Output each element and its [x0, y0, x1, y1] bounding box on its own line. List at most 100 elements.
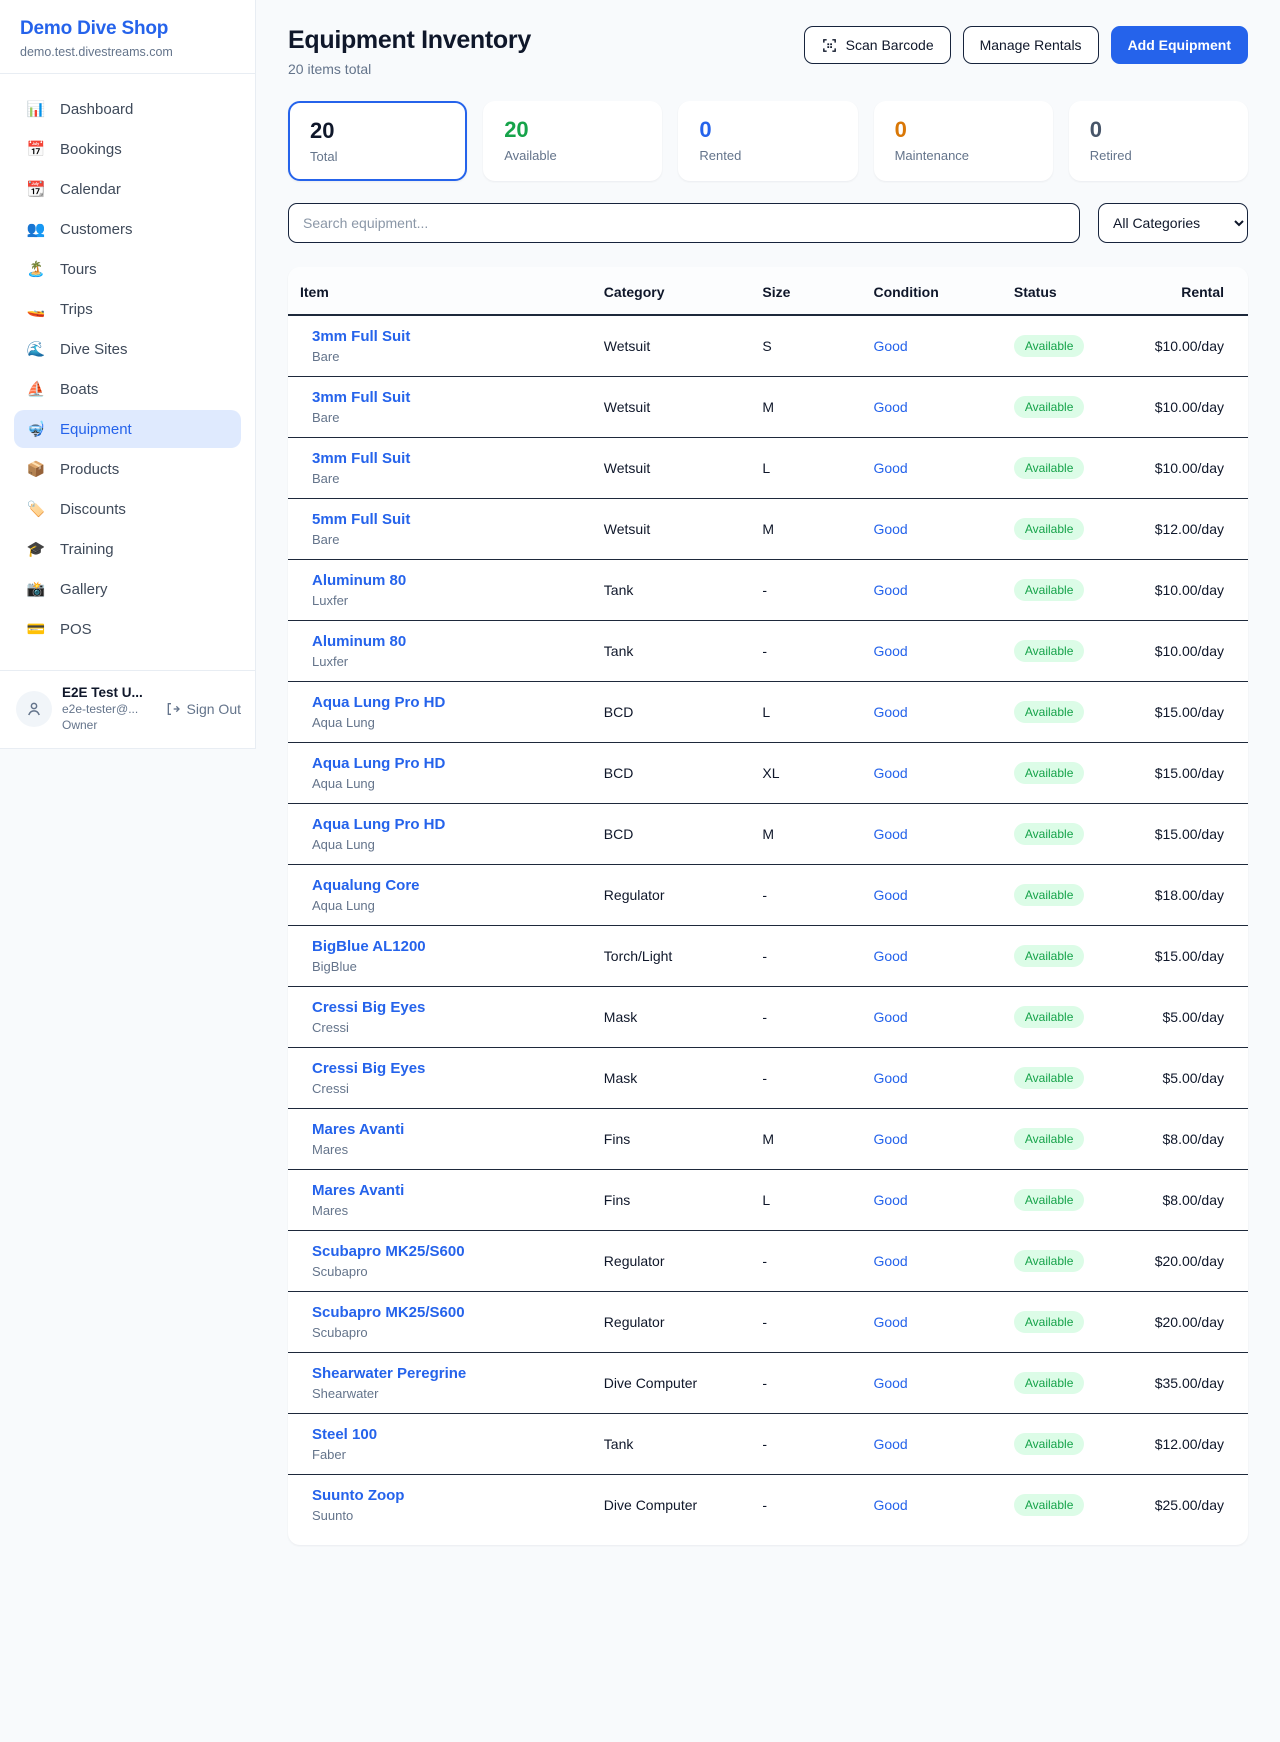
item-name-link[interactable]: Steel 100 [312, 1426, 377, 1443]
item-condition-link[interactable]: Good [873, 704, 907, 720]
item-name-link[interactable]: Aluminum 80 [312, 572, 406, 589]
header-actions: Scan Barcode Manage Rentals Add Equipmen… [804, 26, 1248, 64]
item-condition-link[interactable]: Good [873, 399, 907, 415]
item-condition-link[interactable]: Good [873, 1253, 907, 1269]
sidebar-item-gallery[interactable]: 📸 Gallery [14, 570, 241, 608]
page-title: Equipment Inventory [288, 26, 531, 55]
item-name-link[interactable]: BigBlue AL1200 [312, 938, 426, 955]
status-badge: Available [1014, 1128, 1084, 1150]
item-rental-price: $35.00/day [1143, 1353, 1248, 1414]
sidebar-item-tours[interactable]: 🏝️ Tours [14, 250, 241, 288]
people-icon: 👥 [26, 220, 46, 238]
item-name-link[interactable]: 5mm Full Suit [312, 511, 410, 528]
status-cell: Available [1002, 1414, 1143, 1475]
item-name-link[interactable]: 3mm Full Suit [312, 328, 410, 345]
item-name-link[interactable]: Aqua Lung Pro HD [312, 694, 445, 711]
item-condition-link[interactable]: Good [873, 1192, 907, 1208]
status-badge: Available [1014, 518, 1084, 540]
item-size: XL [750, 743, 861, 804]
item-name-link[interactable]: Mares Avanti [312, 1121, 404, 1138]
page-header: Equipment Inventory 20 items total Scan … [288, 26, 1248, 77]
wave-icon: 🌊 [26, 340, 46, 358]
item-rental-price: $12.00/day [1143, 499, 1248, 560]
sidebar-item-trips[interactable]: 🚤 Trips [14, 290, 241, 328]
stat-label: Retired [1090, 148, 1227, 163]
status-cell: Available [1002, 1170, 1143, 1231]
item-name-link[interactable]: Mares Avanti [312, 1182, 404, 1199]
item-condition-link[interactable]: Good [873, 1070, 907, 1086]
item-condition-link[interactable]: Good [873, 948, 907, 964]
item-rental-price: $8.00/day [1143, 1109, 1248, 1170]
bar-chart-icon: 📊 [26, 100, 46, 118]
sidebar-item-products[interactable]: 📦 Products [14, 450, 241, 488]
item-condition-link[interactable]: Good [873, 582, 907, 598]
sidebar-item-dive-sites[interactable]: 🌊 Dive Sites [14, 330, 241, 368]
search-input[interactable] [288, 203, 1080, 243]
item-name-link[interactable]: Aqua Lung Pro HD [312, 816, 445, 833]
item-condition-link[interactable]: Good [873, 521, 907, 537]
scan-barcode-button[interactable]: Scan Barcode [804, 26, 951, 64]
item-condition-link[interactable]: Good [873, 1436, 907, 1452]
item-size: M [750, 499, 861, 560]
item-cell: Aluminum 80 Luxfer [288, 621, 592, 682]
sidebar-item-equipment[interactable]: 🤿 Equipment [14, 410, 241, 448]
stat-card-retired[interactable]: 0 Retired [1069, 101, 1248, 181]
column-header-condition: Condition [861, 267, 1001, 315]
status-cell: Available [1002, 1353, 1143, 1414]
sidebar-item-training[interactable]: 🎓 Training [14, 530, 241, 568]
item-condition-link[interactable]: Good [873, 887, 907, 903]
stat-card-available[interactable]: 20 Available [483, 101, 662, 181]
stat-card-total[interactable]: 20 Total [288, 101, 467, 181]
sidebar-item-bookings[interactable]: 📅 Bookings [14, 130, 241, 168]
item-condition-link[interactable]: Good [873, 765, 907, 781]
item-name-link[interactable]: Aqualung Core [312, 877, 420, 894]
item-name-link[interactable]: Aqua Lung Pro HD [312, 755, 445, 772]
item-cell: 5mm Full Suit Bare [288, 499, 592, 560]
item-name-link[interactable]: 3mm Full Suit [312, 389, 410, 406]
stat-value: 20 [310, 118, 445, 144]
sidebar-item-boats[interactable]: ⛵ Boats [14, 370, 241, 408]
status-cell: Available [1002, 438, 1143, 499]
item-condition-link[interactable]: Good [873, 826, 907, 842]
stat-card-maintenance[interactable]: 0 Maintenance [874, 101, 1053, 181]
item-condition-link[interactable]: Good [873, 338, 907, 354]
item-condition-link[interactable]: Good [873, 460, 907, 476]
item-category: Wetsuit [592, 438, 751, 499]
status-badge: Available [1014, 823, 1084, 845]
item-name-link[interactable]: Cressi Big Eyes [312, 999, 425, 1016]
item-cell: Steel 100 Faber [288, 1414, 592, 1475]
item-name-link[interactable]: Shearwater Peregrine [312, 1365, 466, 1382]
status-cell: Available [1002, 1475, 1143, 1536]
item-name-link[interactable]: Scubapro MK25/S600 [312, 1243, 465, 1260]
sidebar-item-customers[interactable]: 👥 Customers [14, 210, 241, 248]
sidebar-item-dashboard[interactable]: 📊 Dashboard [14, 90, 241, 128]
item-name-link[interactable]: Aluminum 80 [312, 633, 406, 650]
item-condition-link[interactable]: Good [873, 1314, 907, 1330]
item-name-link[interactable]: 3mm Full Suit [312, 450, 410, 467]
item-name-link[interactable]: Scubapro MK25/S600 [312, 1304, 465, 1321]
item-name-link[interactable]: Suunto Zoop [312, 1487, 404, 1504]
manage-rentals-button[interactable]: Manage Rentals [963, 26, 1099, 64]
sidebar-item-calendar[interactable]: 📆 Calendar [14, 170, 241, 208]
sign-out-button[interactable]: Sign Out [165, 701, 241, 717]
item-rental-price: $20.00/day [1143, 1292, 1248, 1353]
stat-card-rented[interactable]: 0 Rented [678, 101, 857, 181]
item-condition-link[interactable]: Good [873, 1375, 907, 1391]
add-equipment-button[interactable]: Add Equipment [1111, 26, 1248, 64]
item-rental-price: $20.00/day [1143, 1231, 1248, 1292]
item-condition-link[interactable]: Good [873, 1009, 907, 1025]
sidebar-item-label: Training [60, 541, 114, 558]
item-size: - [750, 926, 861, 987]
sidebar-item-discounts[interactable]: 🏷️ Discounts [14, 490, 241, 528]
category-select[interactable]: All Categories [1098, 203, 1248, 243]
item-condition-link[interactable]: Good [873, 643, 907, 659]
sidebar-item-pos[interactable]: 💳 POS [14, 610, 241, 648]
item-condition-link[interactable]: Good [873, 1497, 907, 1513]
item-size: L [750, 682, 861, 743]
item-name-link[interactable]: Cressi Big Eyes [312, 1060, 425, 1077]
item-condition-link[interactable]: Good [873, 1131, 907, 1147]
status-cell: Available [1002, 987, 1143, 1048]
stat-label: Rented [699, 148, 836, 163]
stat-label: Total [310, 149, 445, 164]
user-meta: E2E Test U... e2e-tester@... Owner [62, 685, 155, 732]
